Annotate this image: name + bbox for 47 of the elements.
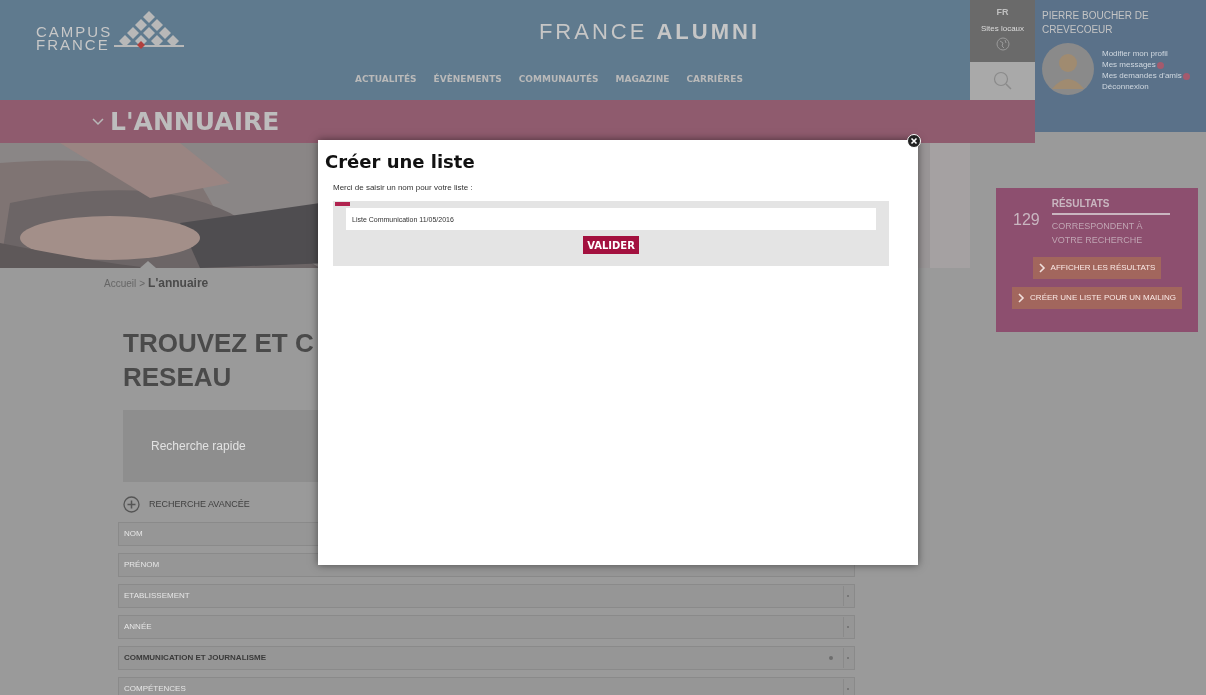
- search-icon: [992, 71, 1013, 91]
- site-title: FRANCE ALUMNI: [538, 17, 760, 46]
- select-field[interactable]: COMMUNICATION ET JOURNALISME: [118, 646, 855, 670]
- search-button[interactable]: [970, 62, 1035, 100]
- dropdown-icon[interactable]: [843, 648, 851, 668]
- nav-link[interactable]: ÉVÈNEMENTS: [433, 73, 502, 87]
- dropdown-icon[interactable]: [843, 586, 851, 606]
- results-button[interactable]: AFFICHER LES RÉSULTATS: [1032, 257, 1162, 279]
- advanced-search-link[interactable]: RECHERCHE AVANCÉE: [149, 497, 250, 512]
- select-field[interactable]: ANNÉE: [118, 615, 855, 639]
- page-heading: TROUVEZ ET C: [123, 327, 315, 360]
- chevron-down-icon[interactable]: [92, 117, 104, 126]
- results-count: 129: [1013, 210, 1040, 230]
- results-subtitle: CORRESPONDENT À VOTRE RECHERCHE: [1051, 220, 1144, 247]
- nav-link[interactable]: COMMUNAUTÉS: [518, 73, 599, 87]
- results-title: RÉSULTATS: [1051, 196, 1170, 215]
- dialog-title: Créer une liste: [325, 150, 476, 174]
- submit-button[interactable]: VALIDER: [583, 236, 639, 254]
- logo-text: CAMPUS FRANCE: [36, 25, 113, 51]
- results-button[interactable]: CRÉER UNE LISTE POUR UN MAILING: [1012, 287, 1182, 309]
- section-title: L'ANNUAIRE: [110, 105, 280, 138]
- chevron-right-icon: [1018, 293, 1026, 303]
- breadcrumb-current: L'annuaire: [148, 275, 209, 292]
- dropdown-icon[interactable]: [843, 617, 851, 637]
- pyramid-logo-icon: [114, 11, 185, 51]
- user-menu-link[interactable]: Déconnexion: [1102, 82, 1149, 92]
- clear-icon[interactable]: [829, 656, 833, 660]
- nav-link[interactable]: ACTUALITÉS: [355, 73, 417, 87]
- dropdown-icon[interactable]: [843, 679, 851, 695]
- nav-link[interactable]: MAGAZINE: [615, 73, 670, 87]
- dialog-prompt: Merci de saisir un nom pour votre liste :: [333, 182, 474, 194]
- user-menu-link[interactable]: Mes messages: [1102, 60, 1156, 70]
- page-heading: RESEAU: [123, 361, 233, 394]
- user-name: PIERRE BOUCHER DE CREVECOEUR: [1042, 9, 1150, 37]
- chevron-right-icon: [1038, 263, 1046, 273]
- avatar: [1042, 43, 1094, 95]
- nav-link[interactable]: CARRIÈRES: [686, 73, 743, 87]
- tab-marker: [335, 202, 350, 206]
- language-label[interactable]: FR: [996, 6, 1009, 20]
- local-sites-link[interactable]: Sites locaux: [980, 22, 1025, 35]
- user-menu-link[interactable]: Modifier mon profil: [1102, 49, 1168, 59]
- select-field[interactable]: COMPÉTENCES: [118, 677, 855, 695]
- user-menu-link[interactable]: Mes demandes d'amis: [1102, 71, 1182, 81]
- select-field[interactable]: ETABLISSEMENT: [118, 584, 855, 608]
- globe-icon[interactable]: [995, 36, 1010, 51]
- plus-circle-icon[interactable]: [123, 496, 140, 513]
- breadcrumb-separator: >: [139, 277, 146, 291]
